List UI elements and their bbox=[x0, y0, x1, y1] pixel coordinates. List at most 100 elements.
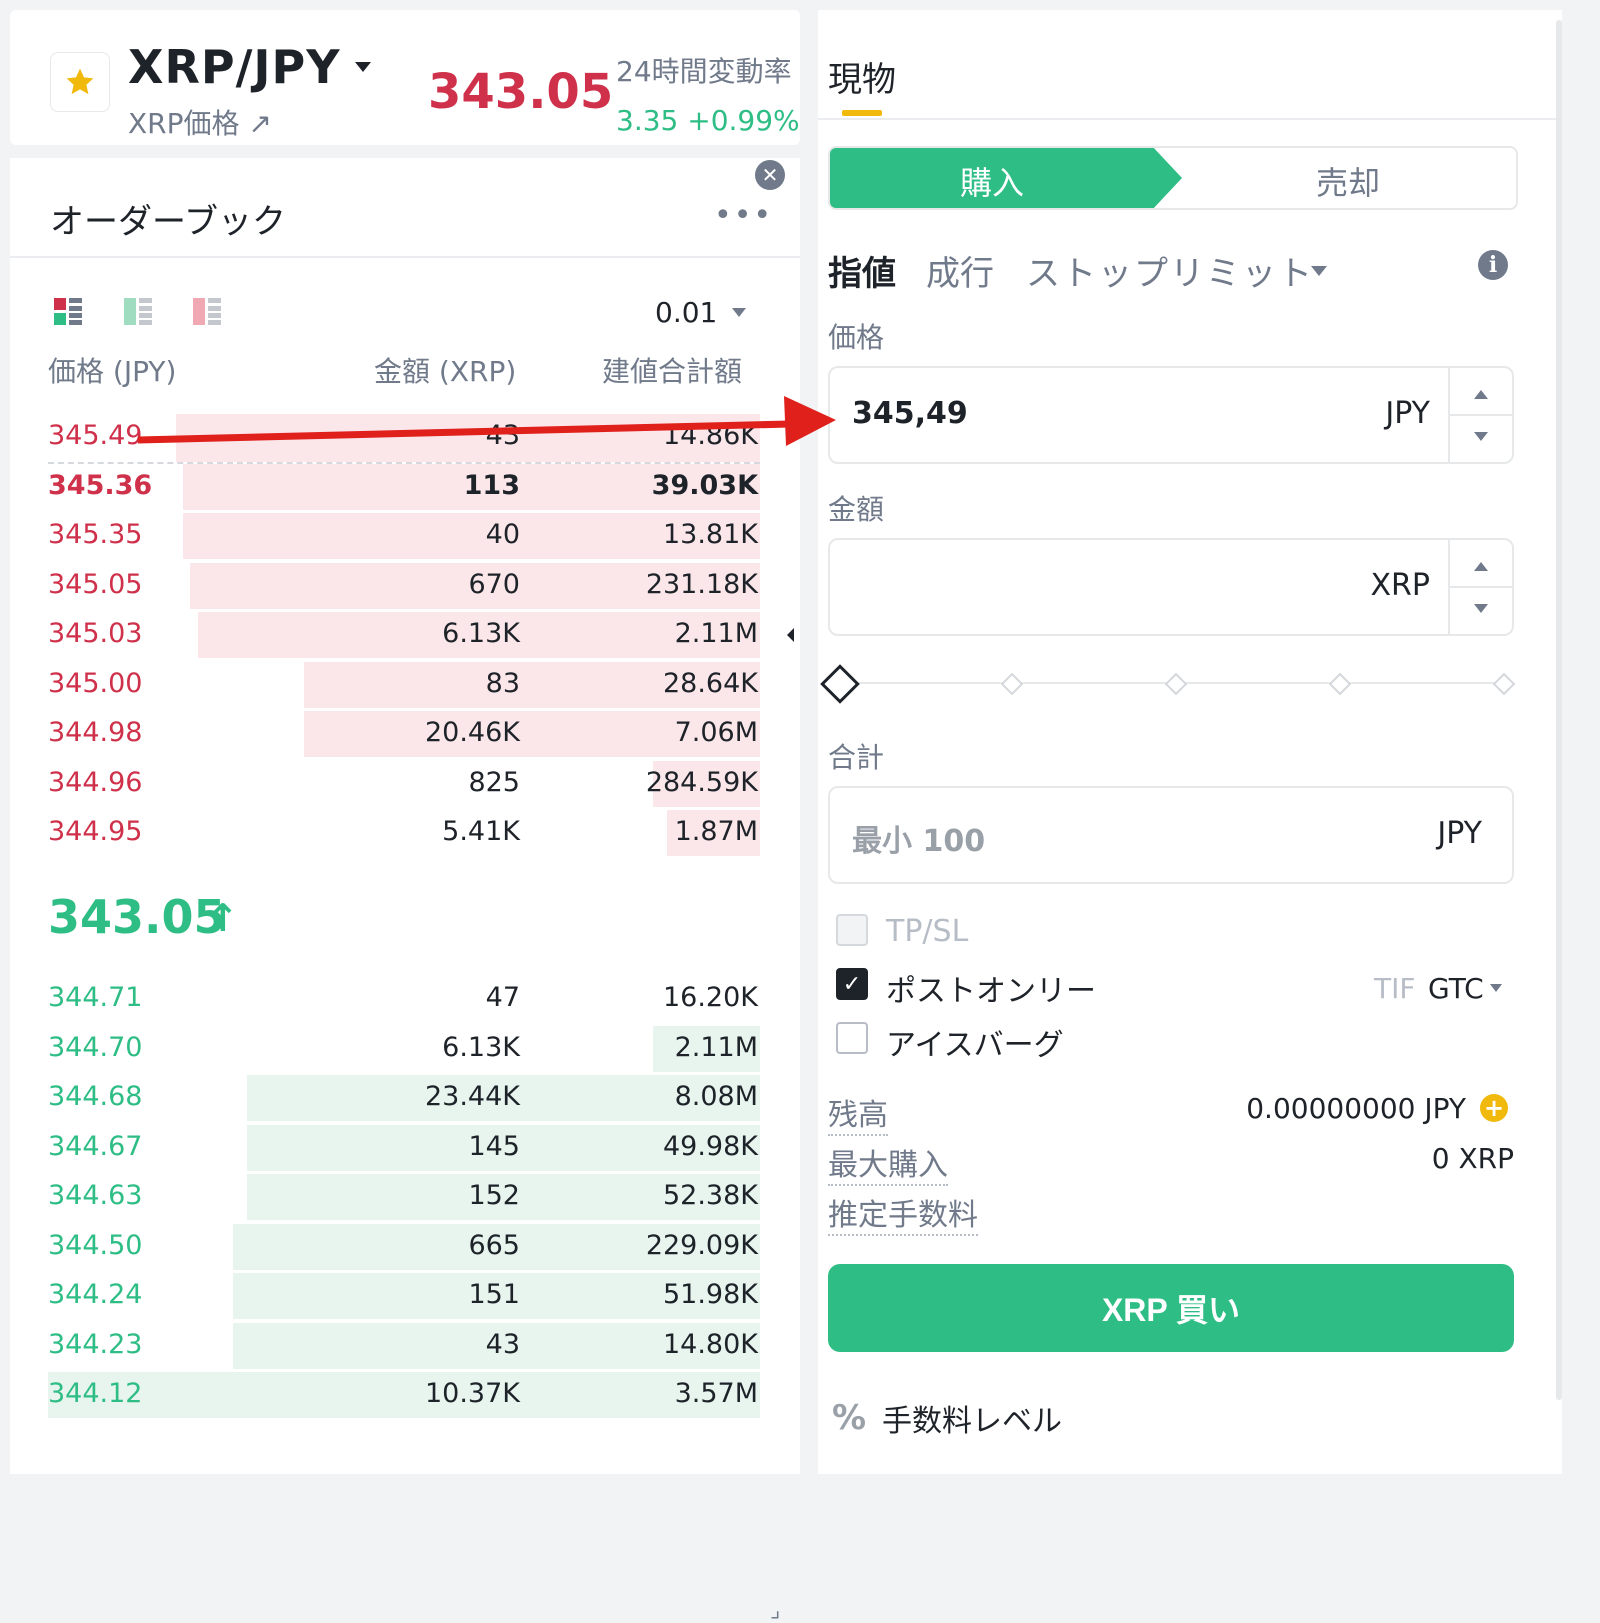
ask-amount: 43 bbox=[485, 420, 520, 451]
ask-row[interactable]: 345.00 83 28.64K bbox=[48, 661, 760, 708]
decrement-icon[interactable] bbox=[1474, 604, 1488, 613]
tab-spot[interactable]: 現物 bbox=[828, 52, 896, 101]
bid-row[interactable]: 344.67 145 49.98K bbox=[48, 1124, 760, 1171]
iceberg-checkbox[interactable] bbox=[836, 1022, 868, 1054]
pair-price-link[interactable]: XRP価格 ↗ bbox=[128, 102, 272, 142]
ask-price: 344.98 bbox=[48, 717, 143, 748]
resize-handle-icon[interactable]: ⌟ bbox=[770, 1598, 780, 1623]
info-icon[interactable]: i bbox=[1478, 250, 1508, 280]
caret-down-icon[interactable] bbox=[732, 308, 746, 317]
order-type-market[interactable]: 成行 bbox=[926, 246, 994, 295]
order-type-stop-limit[interactable]: ストップリミット bbox=[1026, 246, 1314, 295]
ask-total: 39.03K bbox=[651, 469, 758, 501]
ask-price: 344.95 bbox=[48, 816, 143, 847]
bid-row[interactable]: 344.24 151 51.98K bbox=[48, 1273, 760, 1319]
ask-total: 231.18K bbox=[645, 568, 758, 600]
increment-icon[interactable] bbox=[1474, 562, 1488, 571]
caret-down-icon[interactable] bbox=[1490, 984, 1502, 992]
ask-row[interactable]: 344.96 825 284.59K bbox=[48, 760, 760, 807]
bid-price: 344.50 bbox=[48, 1229, 143, 1261]
total-field[interactable]: 最小 100 JPY bbox=[828, 786, 1514, 884]
ask-row[interactable]: 345.36 113 39.03K bbox=[48, 463, 760, 510]
ask-row[interactable]: 345.03 6.13K 2.11M bbox=[48, 612, 760, 658]
bid-row[interactable]: 344.71 47 16.20K bbox=[48, 976, 760, 1022]
price-input[interactable]: 345,49 bbox=[852, 396, 968, 431]
divider bbox=[48, 462, 760, 464]
market-header: XRP/JPY XRP価格 ↗ 343.05 24時間変動率 3.35 +0.9… bbox=[10, 10, 800, 145]
ask-row[interactable]: 345.35 40 13.81K bbox=[48, 513, 760, 559]
view-bids-icon[interactable] bbox=[124, 298, 152, 326]
price-label: 価格 bbox=[828, 321, 885, 354]
balance-value: 0.00000000 JPY bbox=[1246, 1092, 1466, 1125]
slider-step-50[interactable] bbox=[1164, 672, 1188, 696]
bid-price: 344.63 bbox=[48, 1180, 143, 1211]
bid-row[interactable]: 344.63 152 52.38K bbox=[48, 1174, 760, 1220]
order-type-limit[interactable]: 指値 bbox=[828, 246, 896, 295]
ask-row[interactable]: 345.05 670 231.18K bbox=[48, 562, 760, 609]
ask-amount: 670 bbox=[468, 568, 520, 600]
total-placeholder[interactable]: 最小 100 bbox=[852, 816, 985, 860]
ask-row[interactable]: 344.98 20.46K 7.06M bbox=[48, 711, 760, 757]
amount-field[interactable]: XRP bbox=[828, 538, 1514, 636]
ask-amount: 113 bbox=[463, 469, 520, 501]
decrement-icon[interactable] bbox=[1474, 432, 1488, 441]
ask-total: 284.59K bbox=[645, 766, 758, 798]
buy-tab[interactable]: 購入 bbox=[830, 148, 1182, 208]
ask-row[interactable]: 345.49 43 14.86K bbox=[48, 414, 760, 462]
view-asks-icon[interactable] bbox=[193, 298, 221, 326]
bid-price: 344.24 bbox=[48, 1279, 143, 1310]
increment-icon[interactable] bbox=[1474, 390, 1488, 399]
ask-row[interactable]: 344.95 5.41K 1.87M bbox=[48, 810, 760, 856]
post-only-checkbox[interactable]: ✓ bbox=[836, 968, 868, 1000]
max-buy-label[interactable]: 最大購入 bbox=[828, 1140, 948, 1186]
ask-total: 2.11M bbox=[674, 618, 758, 649]
post-only-label: ポストオンリー bbox=[886, 974, 1096, 1009]
favorite-star-button[interactable] bbox=[50, 52, 110, 112]
price-stepper[interactable] bbox=[1448, 368, 1512, 462]
bid-price: 344.68 bbox=[48, 1081, 143, 1112]
more-icon[interactable]: ••• bbox=[714, 198, 773, 233]
ask-price: 345.05 bbox=[48, 568, 143, 600]
active-tab-indicator bbox=[842, 110, 882, 116]
bid-row[interactable]: 344.50 665 229.09K bbox=[48, 1223, 760, 1270]
caret-down-icon[interactable] bbox=[1311, 266, 1327, 276]
est-fee-label[interactable]: 推定手数料 bbox=[828, 1190, 978, 1236]
bid-amount: 6.13K bbox=[442, 1031, 520, 1063]
bid-total: 16.20K bbox=[662, 982, 758, 1013]
ask-price: 345.03 bbox=[48, 618, 143, 649]
ask-amount: 83 bbox=[485, 667, 520, 699]
ask-amount: 40 bbox=[485, 519, 520, 550]
slider-step-75[interactable] bbox=[1328, 672, 1352, 696]
scrollbar[interactable] bbox=[1556, 20, 1562, 1400]
sell-tab[interactable]: 売却 bbox=[1316, 158, 1380, 204]
ask-amount: 6.13K bbox=[442, 618, 520, 649]
close-icon[interactable]: ✕ bbox=[755, 160, 785, 190]
view-both-icon[interactable] bbox=[54, 298, 82, 326]
ask-price: 344.96 bbox=[48, 766, 143, 798]
price-field[interactable]: 345,49 JPY bbox=[828, 366, 1514, 464]
pair-selector[interactable]: XRP/JPY bbox=[128, 40, 341, 94]
column-header-total: 建値合計額 bbox=[602, 355, 743, 388]
slider-step-25[interactable] bbox=[1000, 672, 1024, 696]
bid-row[interactable]: 344.12 10.37K 3.57M bbox=[48, 1372, 760, 1418]
ask-amount: 825 bbox=[468, 766, 520, 798]
bid-row[interactable]: 344.68 23.44K 8.08M bbox=[48, 1075, 760, 1121]
deposit-plus-icon[interactable]: + bbox=[1480, 1094, 1508, 1122]
fee-level-link[interactable]: 手数料レベル bbox=[882, 1396, 1062, 1440]
collapse-handle-icon[interactable] bbox=[787, 628, 794, 642]
balance-label[interactable]: 残高 bbox=[828, 1090, 888, 1136]
slider-step-100[interactable] bbox=[1492, 672, 1516, 696]
bid-row[interactable]: 344.23 43 14.80K bbox=[48, 1322, 760, 1369]
buy-xrp-button[interactable]: XRP 買い bbox=[828, 1264, 1514, 1352]
tif-select[interactable]: GTC bbox=[1428, 972, 1484, 1005]
total-unit: JPY bbox=[1437, 816, 1482, 851]
precision-select[interactable]: 0.01 bbox=[655, 296, 717, 329]
slider-handle[interactable] bbox=[820, 664, 860, 704]
caret-down-icon[interactable] bbox=[355, 62, 371, 72]
tpsl-checkbox[interactable] bbox=[836, 914, 868, 946]
amount-stepper[interactable] bbox=[1448, 540, 1512, 634]
bid-price: 344.70 bbox=[48, 1031, 143, 1063]
bid-amount: 145 bbox=[468, 1130, 520, 1162]
bid-row[interactable]: 344.70 6.13K 2.11M bbox=[48, 1025, 760, 1072]
bid-total: 8.08M bbox=[674, 1081, 758, 1112]
